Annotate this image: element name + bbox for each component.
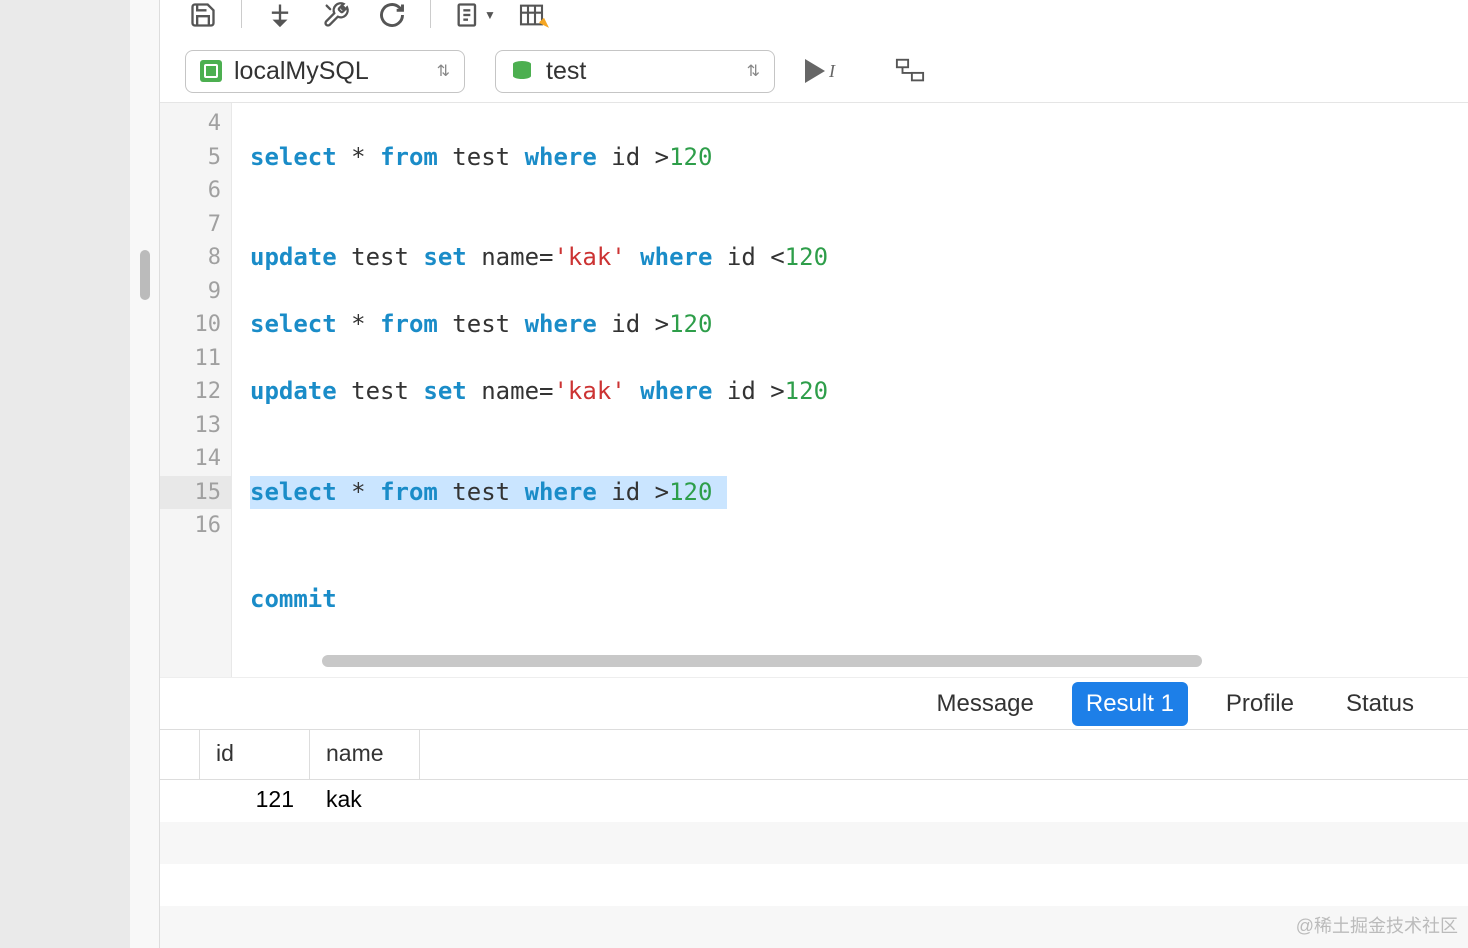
chevron-updown-icon: ⇅ [747,61,760,81]
table-row-empty [160,864,1468,906]
sidebar-panel [0,0,130,948]
tab-profile[interactable]: Profile [1212,682,1308,726]
cell-id[interactable]: 121 [200,780,310,822]
new-query-icon[interactable]: ▼ [451,0,497,30]
gutter-line: 13 [160,409,231,443]
result-body: 121kak [160,780,1468,948]
code-line[interactable] [250,208,1468,242]
sql-editor[interactable]: 45678910111213141516 select * from test … [160,102,1468,677]
code-line[interactable]: update test set name='kak' where id <120 [250,241,1468,275]
run-button[interactable]: I [805,59,835,83]
tools-icon[interactable] [318,0,354,30]
database-icon [510,59,534,83]
result-tabs: Message Result 1 Profile Status [160,677,1468,729]
result-header: id name [160,730,1468,780]
export-icon[interactable] [517,0,553,30]
explain-icon[interactable] [895,58,925,84]
tab-status[interactable]: Status [1332,682,1428,726]
divider-handle[interactable] [130,0,160,948]
gutter-line: 12 [160,375,231,409]
separator [430,0,431,28]
cell-name[interactable]: kak [310,780,420,822]
table-row-empty [160,906,1468,948]
gutter-line: 4 [160,107,231,141]
toolbar-query: localMySQL ⇅ test ⇅ I [160,40,1468,102]
code-line[interactable] [250,275,1468,309]
gutter-line: 14 [160,442,231,476]
code-line[interactable] [250,509,1468,543]
tab-message[interactable]: Message [922,682,1047,726]
code-line[interactable] [250,342,1468,376]
cursor-icon: I [829,61,835,82]
connection-icon [200,60,222,82]
column-header-name[interactable]: name [310,730,420,779]
gutter-line: 11 [160,342,231,376]
result-grid: id name 121kak [160,729,1468,948]
separator [241,0,242,28]
horizontal-scrollbar[interactable] [322,655,1202,667]
gutter-line: 5 [160,141,231,175]
code-line[interactable]: select * from test where id >120 [250,141,1468,175]
connection-label: localMySQL [234,57,369,86]
code-line[interactable]: update test set name='kak' where id >120 [250,375,1468,409]
gutter-line: 10 [160,308,231,342]
connection-dropdown[interactable]: localMySQL ⇅ [185,50,465,93]
code-line[interactable]: commit [250,583,1468,617]
play-icon [805,59,825,83]
database-label: test [546,57,586,86]
tab-result-1[interactable]: Result 1 [1072,682,1188,726]
table-row[interactable]: 121kak [160,780,1468,822]
gutter-line: 16 [160,509,231,543]
code-line[interactable] [250,174,1468,208]
code-line[interactable] [250,442,1468,476]
code-line[interactable] [250,107,1468,141]
gutter-line: 6 [160,174,231,208]
row-selector-header[interactable] [160,730,200,779]
code-line[interactable]: select * from test where id >120 [250,308,1468,342]
line-gutter: 45678910111213141516 [160,103,232,677]
watermark: @稀土掘金技术社区 [1296,912,1458,938]
code-line[interactable] [250,409,1468,443]
column-header-id[interactable]: id [200,730,310,779]
chevron-updown-icon: ⇅ [437,61,450,81]
main-area: ▼ localMySQL ⇅ test ⇅ I [160,0,1468,948]
toolbar-main: ▼ [160,0,1468,40]
code-content[interactable]: select * from test where id >120 update t… [232,103,1468,677]
database-dropdown[interactable]: test ⇅ [495,50,775,93]
format-icon[interactable] [262,0,298,30]
refresh-icon[interactable] [374,0,410,30]
table-row-empty [160,822,1468,864]
gutter-line: 15 [160,476,231,510]
code-line[interactable]: select * from test where id >120 [250,476,727,510]
save-icon[interactable] [185,0,221,30]
gutter-line: 7 [160,208,231,242]
gutter-line: 8 [160,241,231,275]
gutter-line: 9 [160,275,231,309]
